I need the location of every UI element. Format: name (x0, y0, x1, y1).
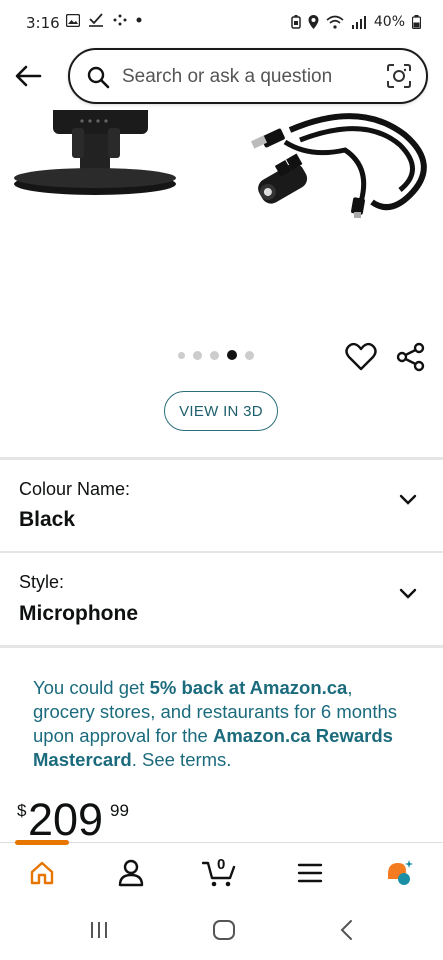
search-header: Search or ask a question (0, 46, 443, 110)
nav-menu[interactable] (290, 855, 330, 891)
colour-option-selector[interactable]: Colour Name: Black (0, 460, 443, 550)
back-button-icon[interactable] (338, 919, 356, 941)
bottom-nav: 0 (0, 840, 443, 902)
status-time: 3:16 (26, 14, 60, 32)
search-input[interactable]: Search or ask a question (68, 48, 428, 104)
heart-icon[interactable] (345, 342, 377, 372)
option-label: Style: (19, 572, 65, 592)
gallery-dot-active[interactable] (227, 350, 237, 360)
chevron-down-icon[interactable] (399, 494, 417, 506)
gallery-dot[interactable] (210, 350, 219, 360)
nav-cart[interactable]: 0 (200, 855, 240, 891)
signal-icon (351, 16, 366, 29)
home-icon (30, 861, 54, 885)
battery-percent: 40% (373, 14, 405, 30)
option-label: Colour Name: (19, 479, 131, 499)
home-button-icon[interactable] (212, 919, 236, 941)
option-value: Black (19, 508, 76, 531)
rewards-promo-link[interactable]: You could get 5% back at Amazon.ca, groc… (33, 676, 413, 772)
divider (0, 645, 443, 648)
product-photo (14, 110, 427, 218)
price-whole: 209 (28, 794, 104, 845)
rufus-icon (388, 860, 413, 885)
back-arrow-icon[interactable] (12, 60, 44, 92)
more-notifications-icon (136, 17, 142, 23)
active-tab-indicator (15, 840, 69, 845)
gallery-pagination[interactable] (178, 350, 254, 360)
nav-rufus[interactable] (380, 855, 420, 891)
dots-notification-icon (113, 14, 127, 26)
nav-account[interactable] (111, 855, 151, 891)
location-icon (308, 15, 319, 29)
system-nav-bar (0, 903, 443, 960)
promo-terms: . See terms. (131, 749, 232, 770)
gallery-dot[interactable] (193, 350, 202, 360)
view-in-3d-button[interactable]: VIEW IN 3D (164, 391, 278, 431)
battery-saver-icon (291, 15, 301, 29)
search-icon (87, 66, 110, 89)
option-value: Microphone (19, 602, 138, 625)
price-currency: $ (17, 801, 27, 820)
account-icon (118, 859, 144, 887)
gallery-notification-icon (66, 13, 80, 27)
promo-highlight: 5% back at Amazon.ca (149, 677, 348, 698)
price-fraction: 99 (110, 801, 129, 820)
promo-text: You could get (33, 677, 150, 698)
recent-apps-icon[interactable] (88, 919, 110, 941)
search-placeholder: Search or ask a question (122, 66, 333, 87)
share-icon[interactable] (395, 342, 427, 372)
gallery-dot[interactable] (245, 350, 254, 360)
wifi-icon (326, 15, 344, 29)
nav-home[interactable] (22, 855, 62, 891)
style-option-selector[interactable]: Style: Microphone (0, 553, 443, 643)
camera-lens-icon[interactable] (386, 63, 412, 89)
menu-icon (297, 863, 323, 883)
checkmark-notification-icon (89, 13, 103, 27)
gallery-dot[interactable] (178, 351, 185, 359)
status-bar: 3:16 40% (0, 0, 443, 46)
product-image[interactable] (0, 110, 443, 335)
chevron-down-icon[interactable] (399, 588, 417, 600)
battery-icon (412, 15, 421, 29)
cart-count: 0 (217, 856, 226, 873)
